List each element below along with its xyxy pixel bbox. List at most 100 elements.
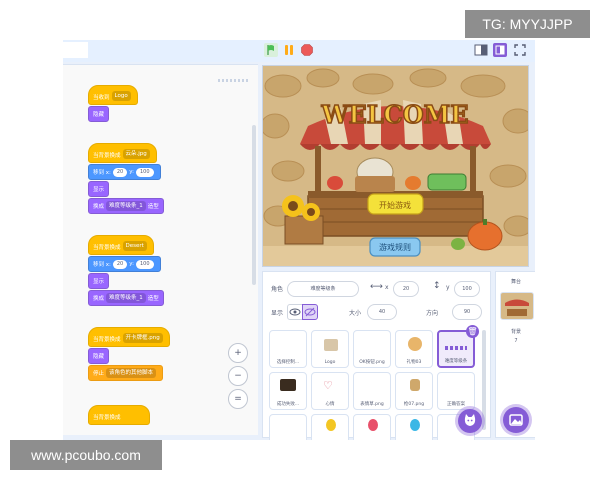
event-hat-block[interactable]: 当背景换成 云朵.jpg [88,143,157,163]
eye-icon [289,308,301,316]
control-block[interactable]: 停止 该角色的其他脚本 [88,365,164,381]
block-dropdown[interactable]: Desert [122,241,147,251]
size-input[interactable]: 40 [367,304,397,320]
top-bar [63,40,535,62]
block-dropdown[interactable]: 开卡牌框.png [122,333,163,343]
block-label: 移到 x: [93,170,111,176]
looks-block[interactable]: 换成 难度等级条_1 造型 [88,198,164,214]
sprite-tile[interactable]: 选择控制... [269,330,307,368]
y-input[interactable]: 100 [135,167,154,177]
block-label: 换成 [93,296,105,302]
motion-block[interactable]: 移到 x: 20 y: 100 [88,256,161,272]
code-scrollbar[interactable] [252,125,256,285]
backdrop-thumbnail[interactable] [500,292,534,320]
looks-block[interactable]: 显示 [88,273,110,289]
sprite-tile[interactable] [269,414,307,440]
code-tab[interactable] [63,42,88,58]
event-hat-block[interactable]: 当背景换成 Desert [88,235,154,255]
sprite-name: 表情草.png [360,402,384,407]
watermark-bottom: www.pcoubo.com [10,440,162,470]
x-input[interactable]: 20 [112,167,128,177]
sprite-list-scrollbar[interactable] [482,330,486,430]
trash-icon: 🗑 [467,327,478,336]
sprite-tile[interactable]: 成功失败... [269,372,307,410]
backdrops-count: 7 [514,338,518,344]
event-hat-block[interactable]: 当背景换成 开卡牌框.png [88,327,170,347]
sprite-name: 难度等级条 [444,359,468,364]
zoom-reset-button[interactable]: = [228,389,248,409]
sprite-tile[interactable]: Logo [311,330,349,368]
x-input[interactable]: 20 [112,259,128,269]
block-dropdown[interactable]: 难度等级条_1 [106,201,146,211]
block-label: 显示 [93,279,105,285]
block-label: 当背景换成 [93,245,121,251]
zoom-in-button[interactable]: + [228,343,248,363]
sprite-name-input[interactable]: 难度等级条 [287,281,359,297]
zoom-reset-icon: = [234,394,242,404]
sprite-tile[interactable] [395,414,433,440]
sprite-tile[interactable]: 表情草.png [353,372,391,410]
zoom-out-icon: − [234,371,242,381]
start-game-button[interactable]: 开始游戏 [367,193,424,215]
y-input[interactable]: 100 [454,281,480,297]
block-dropdown[interactable]: Logo [111,91,131,101]
image-icon [509,414,523,426]
sprite-tile[interactable]: 枪07.png [395,372,433,410]
event-hat-block[interactable]: 当收到 Logo [88,85,138,105]
balloon-blue-thumbnail [410,419,420,431]
sprite-tile[interactable] [311,414,349,440]
green-flag-icon[interactable] [264,43,278,57]
pause-icon[interactable] [282,43,296,57]
sprite-tile[interactable] [353,414,391,440]
block-label: 当背景换成 [93,337,121,343]
stage-panel: 舞台 背景 7 [495,271,535,438]
sprite-tile[interactable]: OK按钮.png [353,330,391,368]
large-stage-icon[interactable] [493,43,507,57]
looks-block[interactable]: 隐藏 [88,348,110,364]
sprite-tile[interactable]: 礼物03 [395,330,433,368]
block-dropdown[interactable]: 云朵.jpg [122,149,150,159]
add-backdrop-button[interactable] [503,407,529,433]
add-sprite-button[interactable] [458,409,482,433]
direction-input[interactable]: 90 [452,304,482,320]
stage-panel-title: 舞台 [510,279,521,285]
gift-thumbnail [408,337,422,351]
sprite-name: 心情 [325,402,335,407]
hide-button[interactable] [302,304,318,320]
sprite-tile[interactable]: ♡ 心情 [311,372,349,410]
show-button[interactable] [287,304,303,320]
block-dropdown[interactable]: 该角色的其他脚本 [106,368,157,378]
zoom-out-button[interactable]: − [228,366,248,386]
y-input[interactable]: 100 [135,259,154,269]
sprite-tile[interactable]: 正确答案 [437,372,475,410]
small-stage-icon[interactable] [474,43,488,57]
item-thumbnail [410,379,420,391]
stop-icon[interactable] [300,43,314,57]
block-label: 移到 x: [93,262,111,268]
game-rules-button[interactable]: 游戏规则 [369,237,421,257]
direction-label: 方向 [426,310,439,317]
code-area[interactable]: 当收到 Logo 隐藏 当背景换成 云朵.jpg 移到 x: 20 y: 100… [63,64,258,435]
heart-icon: ♡ [323,379,333,392]
backdrops-label: 背景 [510,329,521,335]
block-dropdown[interactable]: 难度等级条_1 [106,293,146,303]
logo-thumbnail [324,339,338,351]
code-area-dots [218,79,248,82]
fullscreen-icon[interactable] [513,43,527,57]
block-label: 显示 [93,187,105,193]
block-label: y: [129,261,134,267]
sprite-name: OK按钮.png [359,360,385,365]
result-thumbnail [280,379,296,391]
event-hat-block[interactable]: 当背景换成 [88,405,150,425]
x-input[interactable]: 20 [393,281,419,297]
stage[interactable]: WELCOME 开始游戏 游戏规则 [262,65,529,267]
block-label: 隐藏 [93,112,105,118]
block-label: 停止 [93,371,105,377]
block-label: 换成 [93,204,105,210]
delete-sprite-button[interactable]: 🗑 [466,325,479,338]
looks-block[interactable]: 显示 [88,181,110,197]
stage-thumbnail-image [505,299,529,316]
looks-block[interactable]: 隐藏 [88,106,110,122]
motion-block[interactable]: 移到 x: 20 y: 100 [88,164,161,180]
looks-block[interactable]: 换成 难度等级条_1 造型 [88,290,164,306]
